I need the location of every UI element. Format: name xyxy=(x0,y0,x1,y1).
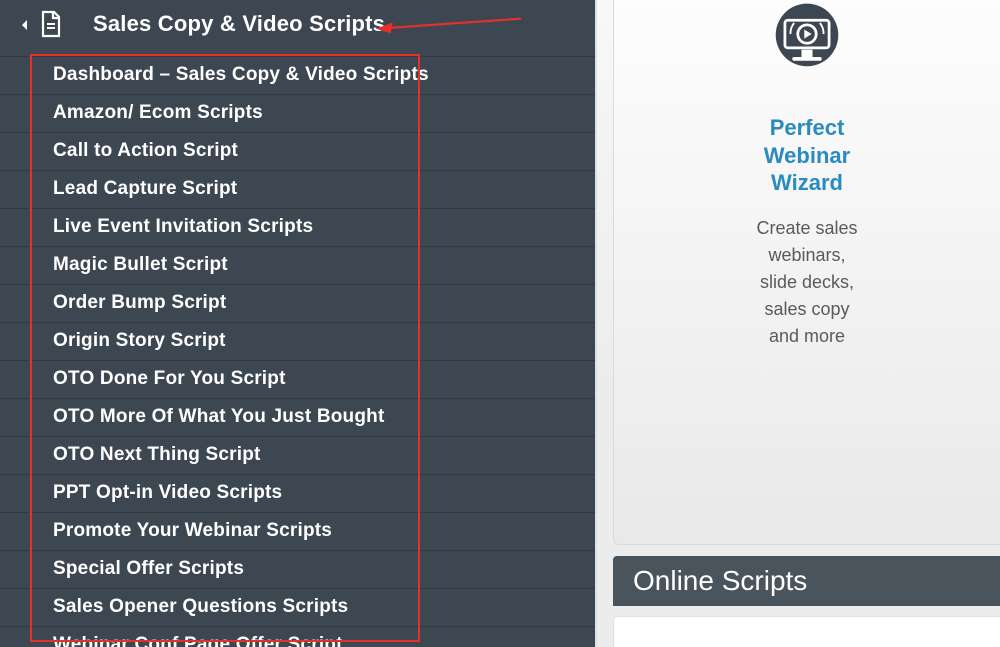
section-heading-online-scripts: Online Scripts xyxy=(613,556,1000,606)
menu-item[interactable]: PPT Opt-in Video Scripts xyxy=(0,475,595,513)
wizard-title[interactable]: Perfect Webinar Wizard xyxy=(614,114,1000,197)
menu-item[interactable]: Live Event Invitation Scripts xyxy=(0,209,595,247)
menu-item[interactable]: Promote Your Webinar Scripts xyxy=(0,513,595,551)
menu-item[interactable]: Amazon/ Ecom Scripts xyxy=(0,95,595,133)
menu-item[interactable]: Special Offer Scripts xyxy=(0,551,595,589)
sidebar-header[interactable]: Sales Copy & Video Scripts xyxy=(0,0,595,56)
document-icon xyxy=(39,10,63,38)
menu-item[interactable]: Magic Bullet Script xyxy=(0,247,595,285)
sidebar: Sales Copy & Video Scripts Dashboard – S… xyxy=(0,0,595,647)
menu-item[interactable]: Webinar Conf Page Offer Script xyxy=(0,627,595,647)
menu-item[interactable]: Sales Opener Questions Scripts xyxy=(0,589,595,627)
content-card xyxy=(613,616,1000,647)
menu-item[interactable]: Origin Story Script xyxy=(0,323,595,361)
wizard-description: Create sales webinars, slide decks, sale… xyxy=(614,215,1000,350)
sidebar-menu: Dashboard – Sales Copy & Video Scripts A… xyxy=(0,56,595,647)
menu-item[interactable]: OTO Next Thing Script xyxy=(0,437,595,475)
main-content: Perfect Webinar Wizard Create sales webi… xyxy=(595,0,1000,647)
menu-item[interactable]: OTO Done For You Script xyxy=(0,361,595,399)
section-heading-label: Online Scripts xyxy=(633,565,807,597)
webinar-monitor-icon xyxy=(761,0,853,92)
wizard-card[interactable]: Perfect Webinar Wizard Create sales webi… xyxy=(613,0,1000,545)
menu-item[interactable]: Dashboard – Sales Copy & Video Scripts xyxy=(0,56,595,95)
sidebar-section-title[interactable]: Sales Copy & Video Scripts xyxy=(93,11,385,37)
menu-item[interactable]: Lead Capture Script xyxy=(0,171,595,209)
menu-item[interactable]: Call to Action Script xyxy=(0,133,595,171)
menu-item[interactable]: Order Bump Script xyxy=(0,285,595,323)
menu-item[interactable]: OTO More Of What You Just Bought xyxy=(0,399,595,437)
collapse-triangle-icon[interactable] xyxy=(22,20,27,30)
